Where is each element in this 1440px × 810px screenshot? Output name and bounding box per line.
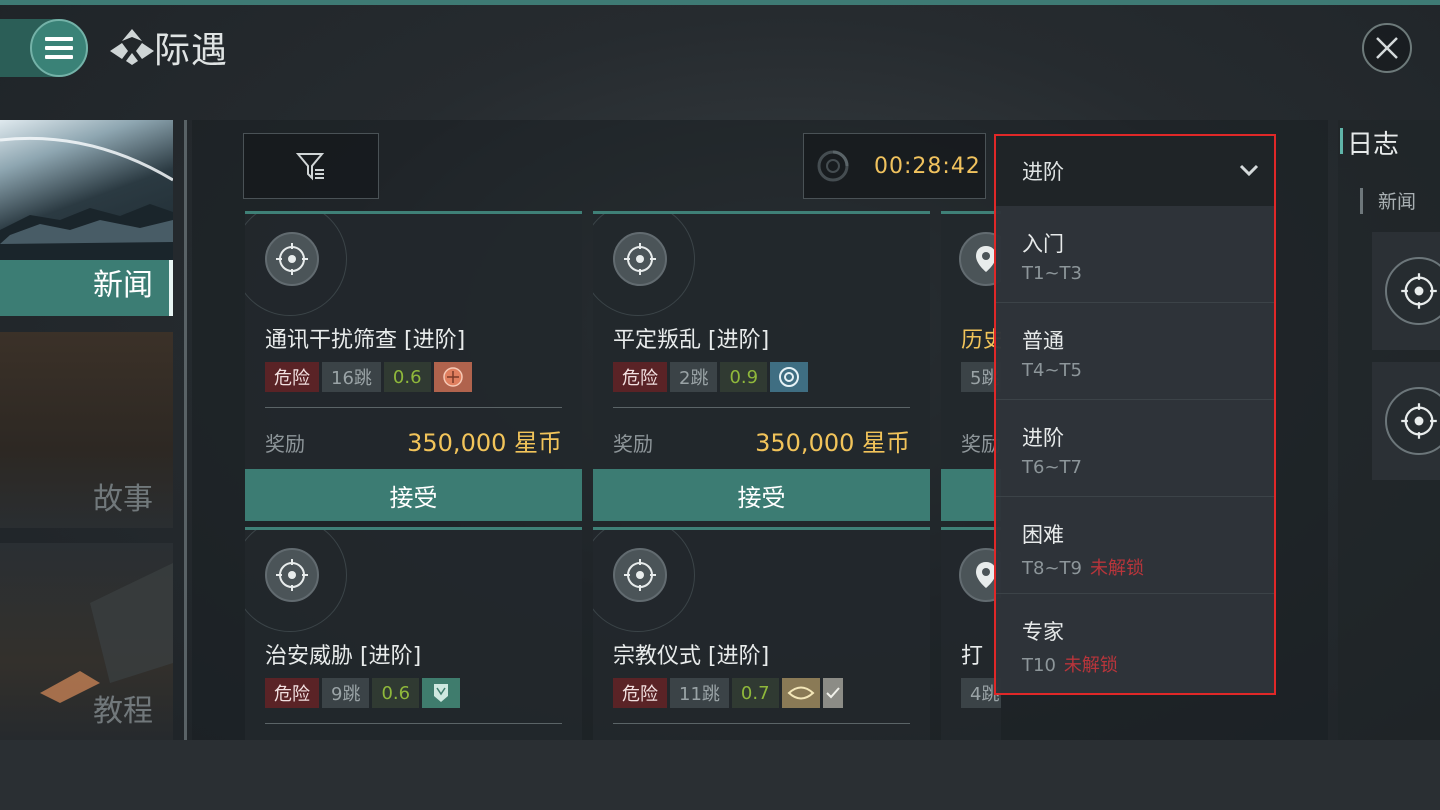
timer-text: 00:28:42 (874, 154, 981, 179)
mission-card[interactable]: 历史 5跳 奖励 (941, 211, 1001, 521)
security-tag: 0.9 (720, 362, 768, 392)
mission-title: 通讯干扰筛查 [进阶] (265, 328, 466, 353)
security-tag: 0.7 (731, 678, 779, 708)
accept-button[interactable] (941, 469, 1001, 521)
hamburger-menu-icon (45, 37, 73, 59)
difficulty-selected: 进阶 (1022, 160, 1064, 184)
news-artwork (0, 120, 173, 260)
chevron-down-icon (1239, 164, 1259, 177)
card-separator (265, 723, 562, 724)
category-label-story: 故事 (93, 482, 153, 517)
accept-button[interactable]: 接受 (245, 469, 582, 521)
app-title: 际遇 (154, 30, 229, 71)
mission-title: 打 (961, 644, 984, 669)
panel-divider (184, 120, 187, 740)
category-story[interactable]: 故事 (0, 332, 173, 528)
option-label: 专家 (1022, 620, 1064, 644)
card-separator (613, 723, 910, 724)
danger-tag: 危险 (265, 678, 319, 708)
difficulty-option[interactable]: 普通 T4~T5 (996, 303, 1274, 400)
mission-tags: 危险 11跳 0.7 (613, 678, 843, 708)
option-tier: T1~T3 (1022, 263, 1082, 284)
filter-button[interactable] (243, 133, 379, 199)
menu-button[interactable] (30, 19, 88, 77)
card-separator (265, 407, 562, 408)
mission-card[interactable]: 通讯干扰筛查 [进阶] 危险 16跳 0.6 奖励 350,000 星币 接受 (245, 211, 582, 521)
reward-label: 奖励 (613, 432, 653, 456)
log-tab-news[interactable]: 新闻 (1378, 187, 1416, 214)
accept-button[interactable]: 接受 (593, 469, 930, 521)
option-label: 困难 (1022, 523, 1064, 547)
category-news[interactable]: 新闻 (0, 120, 173, 316)
difficulty-dropdown[interactable]: 进阶 入门 T1~T3 普通 T4~T5 进阶 T6~T7 困难 T8~T9 未解… (994, 134, 1276, 695)
mission-tags: 危险 16跳 0.6 (265, 362, 472, 392)
option-label: 进阶 (1022, 426, 1064, 450)
difficulty-option[interactable]: 专家 T10 未解锁 (996, 594, 1274, 691)
security-tag: 0.6 (372, 678, 420, 708)
log-title: 日志 (1347, 130, 1400, 160)
danger-tag: 危险 (265, 362, 319, 392)
refresh-icon (817, 150, 849, 182)
option-tier: T4~T5 (1022, 360, 1082, 381)
difficulty-option[interactable]: 困难 T8~T9 未解锁 (996, 497, 1274, 594)
close-button[interactable] (1362, 23, 1412, 73)
reward-value: 350,000 星币 (407, 429, 562, 457)
close-icon (1376, 37, 1398, 59)
mission-type-icon (613, 548, 667, 602)
reward-value: 350,000 星币 (755, 429, 910, 457)
filter-icon (296, 153, 325, 181)
locked-label: 未解锁 (1089, 558, 1144, 579)
mission-title: 宗教仪式 [进阶] (613, 644, 770, 669)
log-tab-marker (1360, 188, 1363, 214)
mission-tags: 危险 9跳 0.6 (265, 678, 461, 708)
option-label: 普通 (1022, 329, 1064, 353)
jumps-tag: 11跳 (670, 678, 729, 708)
option-tier: T10 未解锁 (1022, 655, 1118, 676)
mission-tags: 危险 2跳 0.9 (613, 362, 809, 392)
faction-red-emblem-icon (433, 362, 472, 392)
danger-tag: 危险 (613, 362, 667, 392)
mission-card[interactable]: 打 4跳 (941, 527, 1001, 740)
jumps-tag: 2跳 (670, 362, 718, 392)
locked-label: 未解锁 (1063, 655, 1118, 676)
category-tutorial[interactable]: 教程 (0, 543, 173, 740)
danger-tag: 危险 (613, 678, 667, 708)
jumps-tag: 9跳 (322, 678, 370, 708)
faction-blue-emblem-icon (770, 362, 809, 392)
security-tag: 0.6 (383, 362, 431, 392)
mission-type-icon (613, 232, 667, 286)
checkmark-icon (822, 678, 843, 708)
refresh-timer: 00:28:42 (803, 133, 986, 199)
category-label-news: 新闻 (93, 268, 153, 303)
difficulty-option[interactable]: 入门 T1~T3 (996, 206, 1274, 303)
card-separator (613, 407, 910, 408)
log-entry[interactable] (1372, 232, 1440, 350)
mission-card[interactable]: 治安威胁 [进阶] 危险 9跳 0.6 (245, 527, 582, 740)
log-entry[interactable] (1372, 362, 1440, 480)
bottom-band (0, 740, 1440, 810)
mission-type-icon (265, 232, 319, 286)
mission-card[interactable]: 平定叛乱 [进阶] 危险 2跳 0.9 奖励 350,000 星币 接受 (593, 211, 930, 521)
difficulty-option[interactable]: 进阶 T6~T7 (996, 400, 1274, 497)
option-tier: T6~T7 (1022, 457, 1082, 478)
mission-title: 治安威胁 [进阶] (265, 644, 422, 669)
mission-title: 平定叛乱 [进阶] (613, 328, 770, 353)
option-label: 入门 (1022, 232, 1064, 256)
reward-label: 奖励 (265, 432, 305, 456)
category-label-tutorial: 教程 (93, 694, 153, 729)
faction-gold-emblem-icon (781, 678, 820, 708)
mission-type-icon (1385, 257, 1440, 325)
mission-card[interactable]: 宗教仪式 [进阶] 危险 11跳 0.7 (593, 527, 930, 740)
option-tier: T8~T9 未解锁 (1022, 558, 1144, 579)
jumps-tag: 16跳 (322, 362, 381, 392)
faction-teal-emblem-icon (422, 678, 461, 708)
mission-type-icon (1385, 387, 1440, 455)
header: 际遇 (0, 5, 1440, 120)
app-logo-icon (110, 29, 154, 65)
difficulty-dropdown-toggle[interactable]: 进阶 (996, 136, 1274, 206)
mission-type-icon (265, 548, 319, 602)
log-accent-bar (1340, 128, 1343, 154)
